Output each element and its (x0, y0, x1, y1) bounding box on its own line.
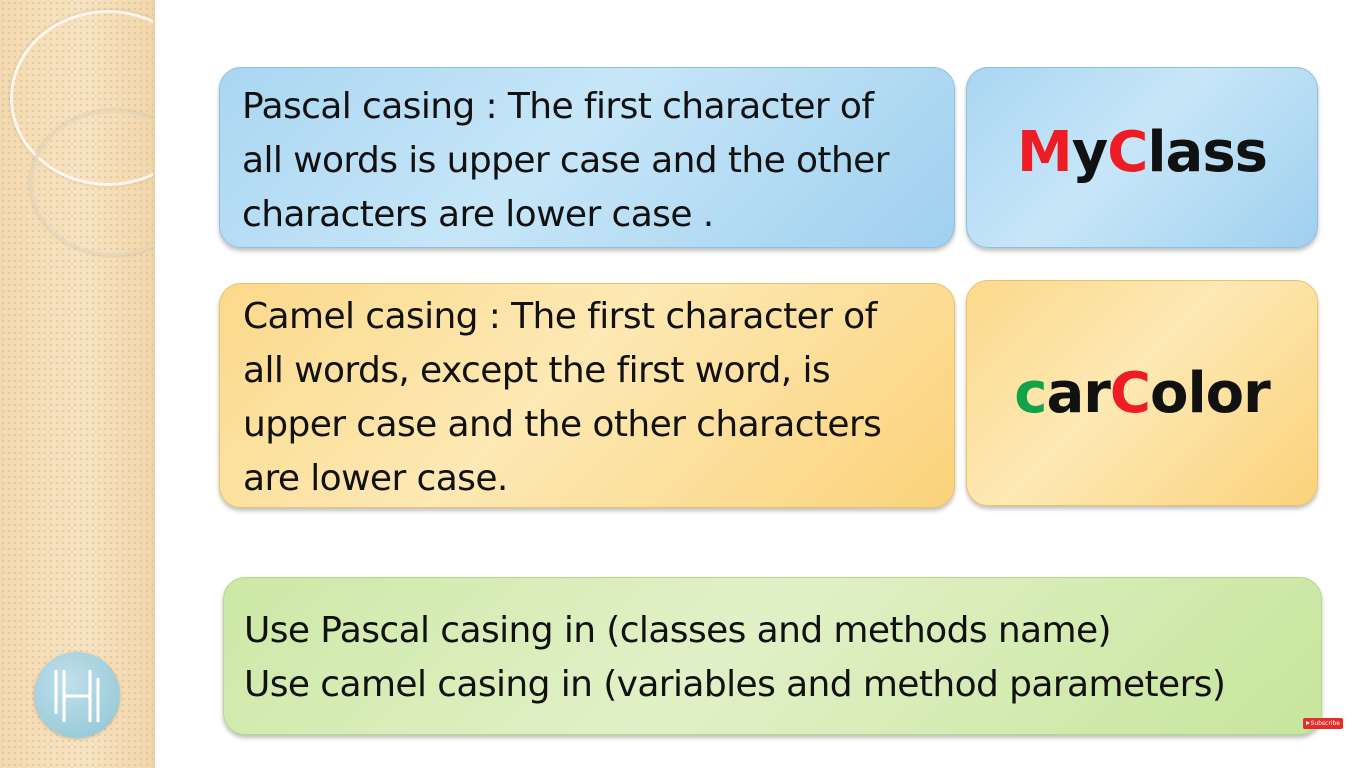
example-segment: ar (1046, 361, 1110, 426)
camel-line: Camel casing : The first character of (243, 296, 877, 337)
camel-description-text: Camel casing : The first character of al… (243, 290, 882, 506)
camel-line: are lower case. (243, 458, 508, 499)
camel-description-box: Camel casing : The first character of al… (219, 283, 955, 508)
example-segment: lass (1147, 120, 1268, 185)
camel-example-box: carColor (966, 280, 1318, 506)
pascal-description-box: Pascal casing : The first character of a… (219, 67, 955, 248)
usage-line: Use camel casing in (variables and metho… (244, 664, 1226, 705)
example-segment: C (1107, 120, 1148, 185)
usage-box: Use Pascal casing in (classes and method… (223, 577, 1322, 735)
subscribe-button[interactable]: Subscribe (1303, 718, 1343, 729)
example-segment: olor (1149, 361, 1271, 426)
channel-logo-icon (34, 652, 120, 738)
example-segment: c (1014, 361, 1047, 426)
pascal-example-word: MyClass (967, 120, 1317, 185)
pascal-line: Pascal casing : The first character of (242, 86, 874, 127)
usage-text: Use Pascal casing in (classes and method… (244, 604, 1226, 712)
camel-example-word: carColor (967, 361, 1317, 426)
example-segment: y (1071, 120, 1109, 185)
pascal-line: characters are lower case . (242, 194, 714, 235)
camel-line: all words, except the first word, is (243, 350, 831, 391)
slide: Pascal casing : The first character of a… (0, 0, 1366, 768)
pascal-line: all words is upper case and the other (242, 140, 890, 181)
decorative-left-strip (0, 0, 155, 768)
example-segment: C (1109, 361, 1151, 426)
pascal-description-text: Pascal casing : The first character of a… (242, 80, 890, 242)
usage-line: Use Pascal casing in (classes and method… (244, 610, 1112, 651)
pascal-example-box: MyClass (966, 67, 1318, 248)
camel-line: upper case and the other characters (243, 404, 882, 445)
example-segment: M (1016, 120, 1073, 185)
